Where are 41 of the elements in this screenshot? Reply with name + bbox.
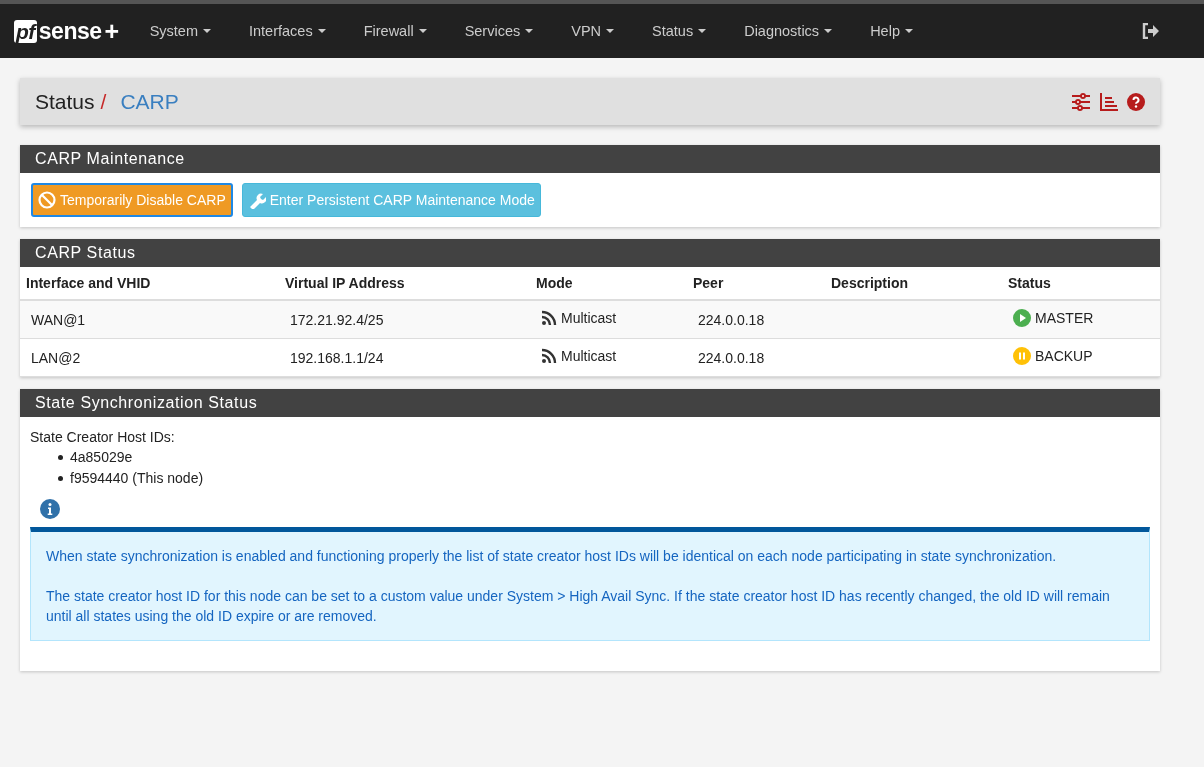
info-paragraph: The state creator host ID for this node can be set to a custom value under System > High Avail Sync. If the state creator host ID has recently changed, the old ID will remain until all states using the old ID expire or are removed. [46,587,1111,626]
info-icon[interactable] [40,499,60,519]
nav-menu-item[interactable]: VPN [552,23,634,39]
rss-icon [541,310,557,326]
chart-icon[interactable] [1100,92,1118,111]
nav-menu-item[interactable]: Interfaces [230,23,345,39]
status-text: BACKUP [1035,348,1093,364]
table-cell: 172.21.92.4/25 [290,311,384,328]
panel-heading: CARP Maintenance [20,145,1160,173]
nav-menu-item[interactable]: Services [445,23,553,39]
play-icon [1013,309,1031,327]
info-paragraph: When state synchronization is enabled and functioning properly the list of state creator host IDs will be identical on each node participating in state synchronization. [46,547,1058,566]
sliders-icon[interactable] [1071,92,1091,111]
bullet-icon [58,476,63,481]
nav-menu-item[interactable]: Help [851,23,932,39]
nav-menu-item[interactable]: Status [633,23,726,39]
breadcrumb-parent: Status [35,89,95,114]
table-cell: 192.168.1.1/24 [290,349,384,366]
nav-menu-item[interactable]: System [130,23,230,39]
nav-menu-item[interactable]: Diagnostics [725,23,852,39]
nav-menu-item[interactable]: Firewall [344,23,446,39]
panel-heading: State Synchronization Status [20,389,1160,417]
status-text: MASTER [1035,310,1094,326]
pause-icon [1013,347,1031,365]
bullet-icon [58,455,63,460]
host-ids-label: State Creator Host IDs: [30,429,176,445]
breadcrumb-separator: / [100,89,107,114]
table-cell: 224.0.0.18 [698,311,765,328]
host-id: 4a85029e [70,448,133,467]
table-cell: 224.0.0.18 [698,349,765,366]
ban-icon [38,191,56,209]
logout-icon[interactable] [1142,23,1160,39]
pfsense-logo[interactable]: pf sense+ [14,16,119,46]
table-cell: WAN@1 [31,311,86,328]
table-cell: LAN@2 [31,349,81,366]
table-cell: Multicast [561,348,617,364]
host-id: f9594440 (This node) [70,469,204,488]
help-icon[interactable] [1127,92,1145,111]
rss-icon [541,348,557,364]
table-cell: Multicast [561,310,617,326]
panel-heading: CARP Status [20,239,1160,267]
